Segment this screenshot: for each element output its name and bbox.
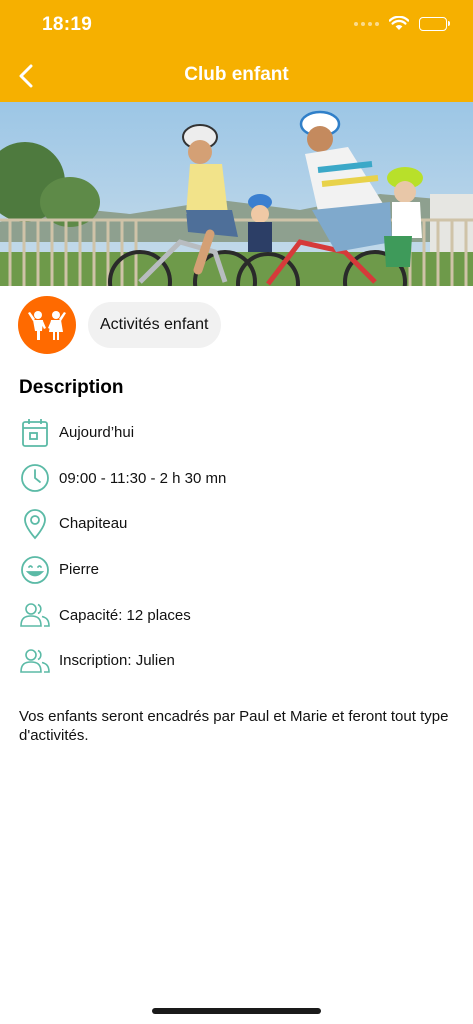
detail-host: Pierre [19, 547, 459, 593]
details-list: Aujourd’hui 09:00 - 11:30 - 2 h 30 mn Ch… [19, 410, 459, 684]
detail-text: Pierre [59, 561, 100, 579]
wifi-icon [389, 16, 409, 30]
people-icon [19, 599, 51, 631]
battery-icon [419, 16, 450, 31]
top-bar: 18:19 Club enfant [0, 0, 473, 102]
hero-image [0, 102, 473, 286]
section-title: Description [19, 377, 124, 398]
detail-registration: Inscription: Julien [19, 638, 459, 684]
location-pin-icon [19, 508, 51, 540]
page-title: Club enfant [184, 64, 289, 85]
category-row: Activités enfant [18, 296, 221, 354]
detail-date: Aujourd’hui [19, 410, 459, 456]
description-text: Vos enfants seront encadrés par Paul et … [19, 708, 449, 744]
children-icon [18, 296, 76, 354]
smiley-icon [19, 554, 51, 586]
category-chip[interactable]: Activités enfant [88, 302, 221, 348]
status-time: 18:19 [42, 14, 93, 35]
clock-icon [19, 462, 51, 494]
signal-icon [354, 21, 379, 26]
detail-text: Aujourd’hui [59, 424, 135, 442]
detail-capacity: Capacité: 12 places [19, 592, 459, 638]
status-icons [354, 16, 450, 31]
detail-text: 09:00 - 11:30 - 2 h 30 mn [59, 469, 227, 487]
detail-text: Capacité: 12 places [59, 606, 191, 624]
detail-text: Chapiteau [59, 515, 128, 533]
detail-location: Chapiteau [19, 501, 459, 547]
detail-text: Inscription: Julien [59, 652, 175, 670]
detail-time: 09:00 - 11:30 - 2 h 30 mn [19, 456, 459, 502]
people-icon [19, 645, 51, 677]
home-indicator[interactable] [152, 1008, 321, 1014]
calendar-icon [19, 417, 51, 449]
